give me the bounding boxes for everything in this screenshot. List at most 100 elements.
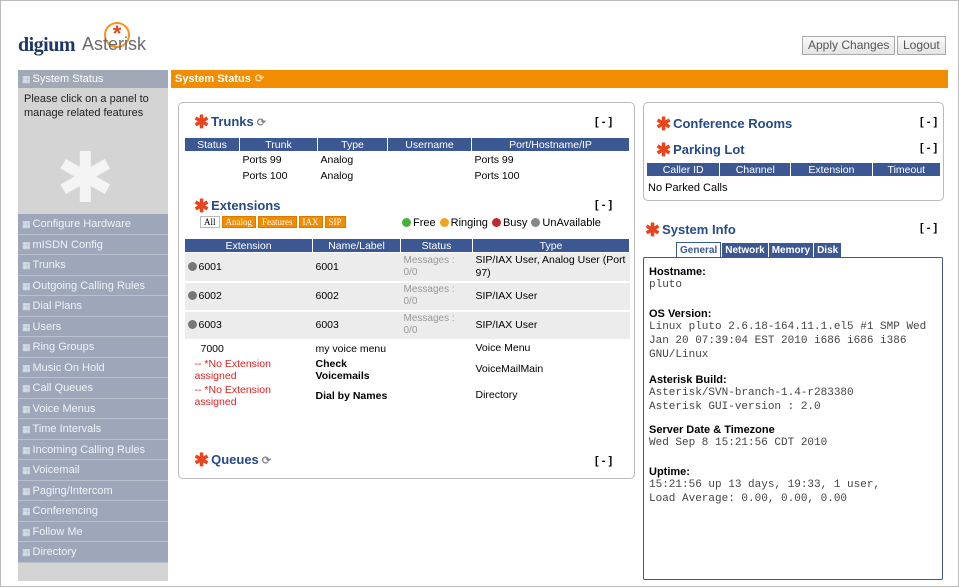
extension-number: -- *No Extension assigned (194, 357, 271, 382)
grip-icon: ▦ (22, 239, 31, 250)
sidebar-item-outgoing-calling-rules[interactable]: ▦ Outgoing Calling Rules (18, 275, 168, 296)
column-header: Trunk (239, 137, 318, 152)
sidebar-item-follow-me[interactable]: ▦ Follow Me (18, 521, 168, 542)
status-cell: Messages : 0/0 (403, 313, 455, 336)
grip-icon: ▦ (22, 444, 31, 455)
refresh-icon[interactable]: ⟳ (262, 455, 271, 467)
hostname-label: Hostname: (649, 266, 706, 278)
extension-cell: -- *No Extension assigned (185, 383, 313, 409)
filter-all[interactable]: All (200, 216, 220, 228)
column-header: Extension (184, 238, 313, 253)
parking-lot-title[interactable]: ✱ Parking Lot (656, 140, 745, 161)
sidebar-item-configure-hardware[interactable]: ▦ Configure Hardware (18, 214, 168, 235)
extensions-collapse-button[interactable]: [ - ] (595, 199, 612, 211)
queues-collapse-button[interactable]: [ - ] (595, 455, 612, 467)
trunks-title-label: Trunks (211, 114, 254, 129)
sidebar-item-voice-menus[interactable]: ▦ Voice Menus (18, 398, 168, 419)
table-row[interactable]: -- *No Extension assigned Dial by Names Di… (185, 383, 630, 409)
filter-analog[interactable]: Analog (221, 216, 257, 228)
grip-icon: ▦ (22, 547, 31, 557)
unavailable-status-icon (187, 291, 197, 300)
legend-free: Free (413, 217, 436, 229)
logout-button[interactable]: Logout (897, 36, 946, 55)
extension-cell: 6003 (185, 311, 313, 340)
apply-changes-button[interactable]: Apply Changes (802, 36, 896, 55)
sidebar-item-paging-intercom[interactable]: ▦ Paging/Intercom (18, 480, 168, 501)
conference-collapse-button[interactable]: [ - ] (920, 116, 937, 128)
table-row[interactable]: 7000 my voice menu Voice Menu (185, 340, 630, 357)
table-row[interactable]: 6002 6002 Messages : 0/0 SIP/IAX User (184, 281, 630, 311)
filter-sip[interactable]: SIP (324, 216, 346, 228)
extensions-table: Extension Name/Label Status Type 6001 6001 Me… (184, 238, 630, 409)
sidebar-item-trunks[interactable]: ▦ Trunks (18, 255, 168, 276)
status-cell: Messages : 0/0 (403, 254, 455, 278)
sidebar-item-call-queues[interactable]: ▦ Call Queues (18, 378, 168, 399)
sidebar-item-conferencing[interactable]: ▦ Conferencing (18, 501, 168, 522)
sidebar-help: Please click on a panel to manage relate… (18, 88, 168, 214)
asterisk-build-label: Asterisk Build: (649, 374, 727, 386)
extensions-title[interactable]: ✱ Extensions (194, 196, 280, 217)
conference-rooms-title[interactable]: ✱ Conference Rooms (656, 114, 792, 135)
unavailable-status-icon (531, 218, 541, 227)
trunk-username-cell (388, 152, 472, 168)
column-header: Username (387, 137, 472, 152)
column-header: Extension (790, 162, 873, 177)
sidebar-item-ring-groups[interactable]: ▦ Ring Groups (18, 337, 168, 358)
tab-general[interactable]: General (676, 242, 722, 257)
table-row[interactable]: -- *No Extension assigned Check Voicemail… (185, 357, 630, 383)
os-version-value: Linux pluto 2.6.18-164.11.1.el5 #1 SMP W… (649, 321, 927, 361)
tab-network[interactable]: Network (722, 243, 768, 258)
tab-memory[interactable]: Memory (768, 243, 814, 258)
trunk-type-cell: Analog (320, 169, 354, 182)
sidebar-item-directory[interactable]: ▦ Directory (18, 542, 168, 563)
sidebar-item-voicemail[interactable]: ▦ Voicemail (18, 460, 168, 481)
trunks-collapse-button[interactable]: [ - ] (595, 116, 612, 128)
table-row[interactable]: Ports 99 Analog Ports 99 (185, 152, 630, 168)
system-info-title[interactable]: ✱ System Info (645, 220, 736, 241)
queues-title[interactable]: ✱ Queues ⟳ (194, 450, 271, 471)
column-header: Type (317, 137, 388, 152)
sidebar-item-dial-plans[interactable]: ▦ Dial Plans (18, 296, 168, 317)
system-info-collapse-button[interactable]: [ - ] (920, 222, 937, 234)
table-row[interactable]: Ports 100 Analog Ports 100 (185, 168, 630, 184)
sidebar-item-system-status[interactable]: ▦ System Status (18, 70, 168, 88)
table-row[interactable]: 6003 6003 Messages : 0/0 SIP/IAX User (184, 310, 630, 340)
filter-features[interactable]: Features (258, 216, 297, 228)
queues-title-label: Queues (211, 452, 259, 467)
sidebar-item-label: Configure Hardware (32, 218, 131, 230)
name-label-cell: Check Voicemails (315, 357, 370, 382)
sidebar-item-users[interactable]: ▦ Users (18, 316, 168, 337)
sidebar-item-label: Outgoing Calling Rules (32, 279, 146, 292)
status-cell (401, 357, 473, 383)
type-cell: Voice Menu (475, 342, 531, 354)
server-date-value: Wed Sep 8 15:21:56 CDT 2010 (649, 437, 828, 449)
sidebar-item-incoming-calling-rules[interactable]: ▦ Incoming Calling Rules (18, 439, 168, 460)
column-header: Caller ID (645, 162, 721, 177)
sidebar-menu: ▦ Configure Hardware ▦ mISDN Config ▦ Trunks ▦… (18, 214, 168, 563)
sidebar-item-music-on-hold[interactable]: ▦ Music On Hold (18, 357, 168, 378)
status-cell (401, 340, 473, 357)
type-cell: VoiceMailMain (475, 363, 544, 375)
ringing-status-icon (439, 218, 449, 227)
trunks-title[interactable]: ✱ Trunks ⟳ (194, 112, 266, 133)
sidebar-help-text: Please click on a panel to manage relate… (24, 93, 149, 119)
uptime-label: Uptime: (649, 466, 690, 478)
tab-disk[interactable]: Disk (814, 243, 842, 258)
table-header-row: Caller ID Channel Extension Timeout (645, 162, 942, 177)
filter-iax[interactable]: IAX (298, 216, 323, 228)
sidebar-item-misdn-config[interactable]: ▦ mISDN Config (18, 234, 168, 255)
refresh-icon[interactable]: ⟳ (257, 117, 266, 129)
sidebar-item-label: Voice Menus (32, 402, 96, 415)
parking-collapse-button[interactable]: [ - ] (920, 142, 937, 154)
legend-busy: Busy (502, 217, 528, 229)
table-row[interactable]: 6001 6001 Messages : 0/0 SIP/IAX User, Anal… (184, 252, 630, 282)
no-parked-calls: No Parked Calls (648, 182, 728, 194)
grip-icon: ▦ (22, 280, 31, 291)
sidebar-item-label: Call Queues (32, 382, 94, 394)
refresh-icon[interactable]: ⟳ (255, 73, 264, 85)
extensions-title-label: Extensions (211, 198, 281, 213)
sidebar-item-time-intervals[interactable]: ▦ Time Intervals (18, 419, 168, 440)
extension-number: 6003 (198, 319, 222, 331)
asterisk-star-icon: ✱ (645, 220, 661, 240)
sidebar-item-label: Voicemail (32, 464, 80, 476)
